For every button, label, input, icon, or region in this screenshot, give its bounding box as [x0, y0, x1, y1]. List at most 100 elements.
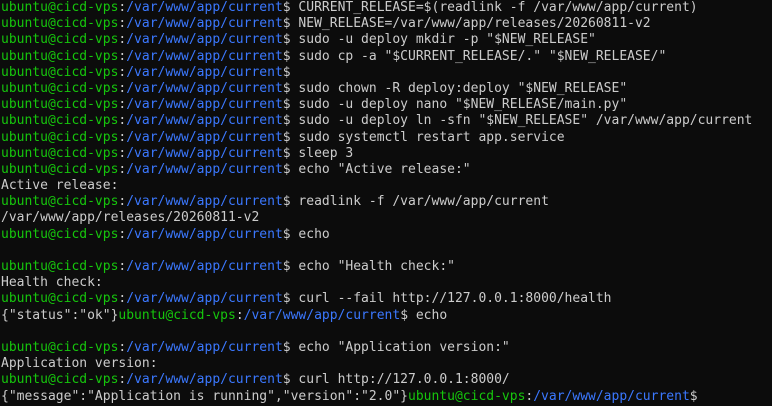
prompt-symbol: $ [282, 129, 291, 145]
prompt-line: ubuntu@cicd-vps:/var/www/app/current$ re… [1, 194, 772, 210]
terminal-window[interactable]: ubuntu@cicd-vps:/var/www/app/current$ CU… [0, 0, 772, 406]
prompt-user-host: ubuntu@cicd-vps [1, 291, 119, 307]
command-text: sudo chown -R deploy:deploy "$NEW_RELEAS… [290, 80, 628, 96]
command-text: echo "Health check:" [290, 259, 455, 274]
output-text: {"message":"Application is running","ver… [1, 388, 408, 404]
output-line: Health check: [1, 275, 772, 291]
command-text: curl --fail http://127.0.0.1:8000/health [290, 291, 612, 307]
command-text: sudo systemctl restart app.service [290, 129, 565, 145]
prompt-cwd: /var/www/app/current [126, 113, 283, 129]
prompt-line: ubuntu@cicd-vps:/var/www/app/current$ ec… [1, 340, 772, 356]
output-prompt-line: {"status":"ok"}ubuntu@cicd-vps:/var/www/… [1, 308, 772, 324]
command-text: NEW_RELEASE=/var/www/app/releases/202608… [290, 16, 651, 32]
prompt-cwd: /var/www/app/current [126, 32, 283, 48]
prompt-user-host: ubuntu@cicd-vps [1, 259, 119, 274]
output-prompt-line: {"message":"Application is running","ver… [1, 389, 772, 405]
prompt-user-host: ubuntu@cicd-vps [1, 194, 119, 210]
prompt-line: ubuntu@cicd-vps:/var/www/app/current$ sl… [1, 146, 772, 162]
prompt-cwd: /var/www/app/current [126, 145, 283, 161]
prompt-cwd: /var/www/app/current [126, 226, 283, 242]
prompt-symbol: $ [282, 291, 291, 307]
prompt-symbol: $ [282, 48, 291, 64]
prompt-cwd: /var/www/app/current [126, 291, 283, 307]
prompt-cwd: /var/www/app/current [126, 97, 283, 113]
prompt-line: ubuntu@cicd-vps:/var/www/app/current$ su… [1, 97, 772, 113]
prompt-cwd: /var/www/app/current [126, 259, 283, 274]
command-text: echo "Application version:" [290, 339, 510, 355]
prompt-line: ubuntu@cicd-vps:/var/www/app/current$ su… [1, 130, 772, 146]
prompt-user-host: ubuntu@cicd-vps [1, 113, 119, 129]
output-text: Application version: [1, 356, 158, 372]
prompt-symbol: $ [282, 16, 291, 32]
prompt-symbol: $ [282, 194, 291, 210]
prompt-line: ubuntu@cicd-vps:/var/www/app/current$ su… [1, 81, 772, 97]
prompt-line: ubuntu@cicd-vps:/var/www/app/current$ cu… [1, 372, 772, 388]
prompt-line: ubuntu@cicd-vps:/var/www/app/current$ su… [1, 32, 772, 48]
prompt-cwd: /var/www/app/current [126, 339, 283, 355]
prompt-user-host: ubuntu@cicd-vps [1, 80, 119, 96]
prompt-symbol: $ [282, 80, 291, 96]
prompt-cwd: /var/www/app/current [126, 0, 283, 15]
command-text: sudo -u deploy ln -sfn "$NEW_RELEASE" /v… [290, 113, 753, 129]
prompt-user-host: ubuntu@cicd-vps [1, 32, 119, 48]
prompt-symbol: $ [689, 388, 698, 404]
prompt-line: ubuntu@cicd-vps:/var/www/app/current$ [1, 65, 772, 81]
prompt-cwd: /var/www/app/current [126, 129, 283, 145]
prompt-line: ubuntu@cicd-vps:/var/www/app/current$ cu… [1, 291, 772, 307]
prompt-user-host: ubuntu@cicd-vps [1, 16, 119, 32]
prompt-symbol: $ [282, 372, 291, 388]
prompt-user-host: ubuntu@cicd-vps [1, 0, 119, 15]
prompt-line: ubuntu@cicd-vps:/var/www/app/current$ su… [1, 113, 772, 129]
prompt-cwd: /var/www/app/current [126, 64, 283, 80]
command-text: sudo -u deploy mkdir -p "$NEW_RELEASE" [290, 32, 596, 48]
prompt-line: ubuntu@cicd-vps:/var/www/app/current$ su… [1, 49, 772, 65]
prompt-user-host: ubuntu@cicd-vps [1, 372, 119, 388]
prompt-line: ubuntu@cicd-vps:/var/www/app/current$ ec… [1, 162, 772, 178]
prompt-symbol: $ [282, 145, 291, 161]
prompt-user-host: ubuntu@cicd-vps [1, 226, 119, 242]
prompt-user-host: ubuntu@cicd-vps [408, 388, 526, 404]
output-text: {"status":"ok"} [1, 307, 119, 323]
prompt-user-host: ubuntu@cicd-vps [1, 145, 119, 161]
prompt-symbol: $ [282, 32, 291, 48]
prompt-cwd: /var/www/app/current [533, 388, 690, 404]
prompt-user-host: ubuntu@cicd-vps [1, 48, 119, 64]
prompt-user-host: ubuntu@cicd-vps [1, 129, 119, 145]
output-line: /var/www/app/releases/20260811-v2 [1, 210, 772, 226]
prompt-symbol: $ [400, 307, 409, 323]
output-line: Application version: [1, 356, 772, 372]
prompt-line: ubuntu@cicd-vps:/var/www/app/current$ ec… [1, 227, 772, 243]
command-text: sudo cp -a "$CURRENT_RELEASE/." "$NEW_RE… [290, 48, 667, 64]
command-text: echo [408, 307, 448, 323]
prompt-symbol: $ [282, 226, 291, 242]
output-text: /var/www/app/releases/20260811-v2 [1, 210, 260, 226]
prompt-cwd: /var/www/app/current [126, 194, 283, 210]
command-text: curl http://127.0.0.1:8000/ [290, 372, 510, 388]
prompt-user-host: ubuntu@cicd-vps [1, 97, 119, 113]
prompt-cwd: /var/www/app/current [126, 16, 283, 32]
prompt-cwd: /var/www/app/current [243, 307, 401, 323]
prompt-symbol: $ [282, 113, 291, 129]
prompt-separator: : [235, 307, 244, 323]
command-text: CURRENT_RELEASE=$(readlink -f /var/www/a… [290, 0, 698, 15]
prompt-symbol: $ [282, 339, 291, 355]
prompt-symbol: $ [282, 161, 291, 177]
prompt-user-host: ubuntu@cicd-vps [118, 307, 236, 323]
prompt-user-host: ubuntu@cicd-vps [1, 339, 119, 355]
prompt-line: ubuntu@cicd-vps:/var/www/app/current$ CU… [1, 0, 772, 16]
prompt-cwd: /var/www/app/current [126, 372, 283, 388]
prompt-symbol: $ [282, 97, 291, 113]
prompt-cwd: /var/www/app/current [126, 80, 283, 96]
prompt-user-host: ubuntu@cicd-vps [1, 64, 119, 80]
prompt-cwd: /var/www/app/current [126, 48, 283, 64]
output-line: Active release: [1, 178, 772, 194]
command-text: sleep 3 [290, 145, 354, 161]
prompt-cwd: /var/www/app/current [126, 161, 283, 177]
prompt-symbol: $ [282, 0, 291, 15]
prompt-symbol: $ [282, 64, 291, 80]
prompt-line: ubuntu@cicd-vps:/var/www/app/current$ ec… [1, 259, 772, 275]
output-text: Health check: [1, 275, 103, 291]
command-text: echo "Active release:" [290, 161, 471, 177]
